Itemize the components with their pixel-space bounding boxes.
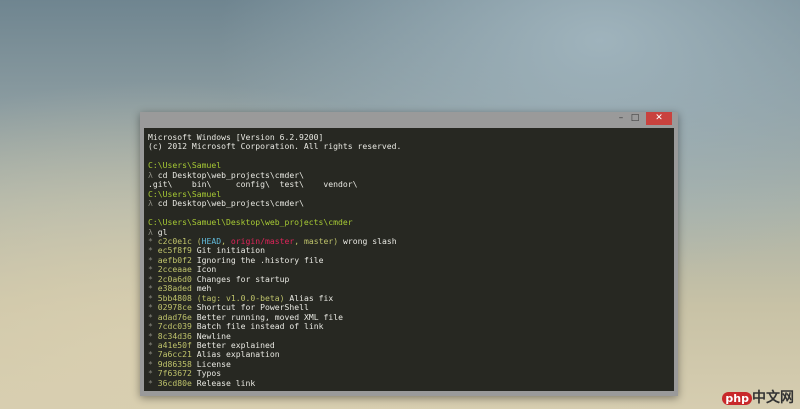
command: cd Desktop\web_projects\cmder\ [157,198,304,209]
log-line: * 36cd80e Release link [148,377,256,388]
header-line: (c) 2012 Microsoft Corporation. All righ… [148,141,402,152]
title-bar[interactable]: – □ ✕ [140,112,678,128]
completion-list: .git\ bin\ config\ test\ vendor\ [148,179,358,190]
cmder-window: – □ ✕ Microsoft Windows [Version 6.2.920… [140,112,678,396]
maximize-button[interactable]: □ [628,112,642,125]
minimize-button[interactable]: – [614,112,628,125]
lambda-icon: λ [148,198,153,209]
close-button[interactable]: ✕ [646,112,672,125]
commit-hash: 36cd80e [157,377,192,388]
prompt-path: C:\Users\Samuel\Desktop\web_projects\cmd… [148,217,353,228]
watermark-logo: php 中文网 [722,387,794,407]
commit-message: Release link [196,377,256,388]
log-line: * 2c0a6d0 Changes for startup [148,273,290,284]
log-line: * 9d86358 License [148,358,231,369]
terminal-output[interactable]: Microsoft Windows [Version 6.2.9200] (c) … [144,128,674,391]
log-line: * aefb0f2 Ignoring the .history file [148,254,324,265]
